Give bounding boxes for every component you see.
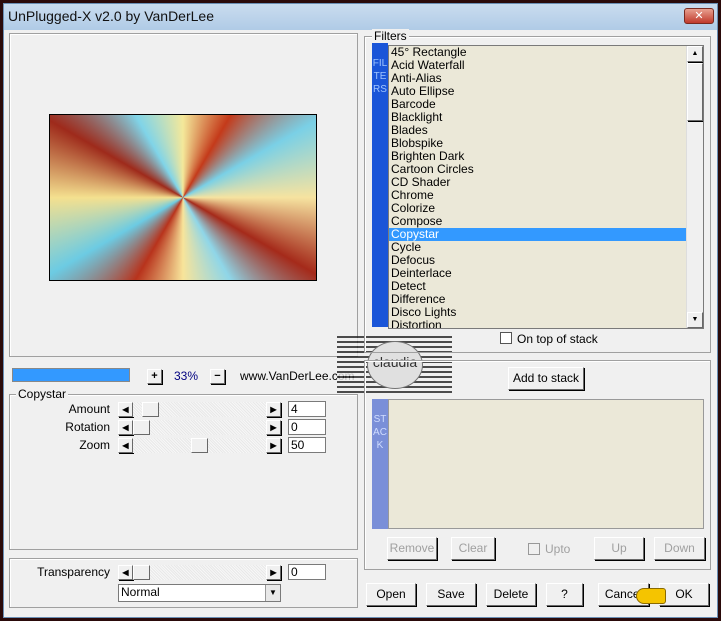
scroll-up-icon[interactable]: ▲ [687, 46, 703, 62]
filter-item[interactable]: Copystar [389, 228, 703, 241]
params-group-label: Copystar [16, 387, 69, 401]
upto-checkbox[interactable] [528, 543, 540, 555]
add-to-stack-button[interactable]: Add to stack [508, 367, 584, 390]
transparency-left-arrow[interactable]: ◀ [118, 565, 133, 580]
stack-bar: STACK [372, 399, 388, 529]
on-top-checkbox[interactable] [500, 332, 512, 344]
param-right-arrow[interactable]: ▶ [266, 420, 281, 435]
remove-button[interactable]: Remove [387, 537, 437, 560]
down-button[interactable]: Down [654, 537, 705, 560]
transparency-slider[interactable] [133, 565, 266, 580]
on-top-label: On top of stack [517, 332, 598, 346]
param-label: Amount [68, 402, 110, 416]
param-right-arrow[interactable]: ▶ [266, 402, 281, 417]
chevron-down-icon[interactable]: ▼ [265, 585, 280, 601]
clear-button[interactable]: Clear [451, 537, 495, 560]
param-input[interactable]: 0 [288, 419, 326, 435]
upto-label: Upto [545, 542, 571, 556]
ok-button[interactable]: OK [659, 583, 709, 606]
params-group [9, 394, 358, 550]
param-label: Zoom [79, 438, 110, 452]
zoom-in-button[interactable]: + [147, 369, 162, 384]
open-button[interactable]: Open [366, 583, 416, 606]
transparency-label: Transparency [37, 565, 110, 579]
preview-image[interactable] [49, 114, 317, 281]
zoom-out-button[interactable]: − [210, 369, 225, 384]
title-bar: UnPlugged-X v2.0 by VanDerLee [4, 4, 717, 30]
filter-item[interactable]: Cycle [389, 241, 703, 254]
blend-mode-value: Normal [121, 585, 160, 599]
zoom-level: 33% [174, 369, 199, 383]
up-button[interactable]: Up [594, 537, 644, 560]
param-slider[interactable] [133, 402, 266, 417]
slider-thumb[interactable] [133, 420, 150, 435]
save-button[interactable]: Save [426, 583, 476, 606]
filter-item[interactable]: Deinterlace [389, 267, 703, 280]
transparency-right-arrow[interactable]: ▶ [266, 565, 281, 580]
filters-scrollbar[interactable]: ▲ ▼ [686, 46, 703, 328]
param-slider[interactable] [133, 438, 266, 453]
param-input[interactable]: 50 [288, 437, 326, 453]
filters-group-label: Filters [372, 29, 409, 43]
help-button[interactable]: ? [546, 583, 583, 606]
filters-bar: FILTERS [372, 43, 388, 327]
blend-mode-select[interactable]: Normal ▼ [118, 584, 281, 602]
transparency-input[interactable]: 0 [288, 564, 326, 580]
pointing-hand-icon [636, 588, 666, 604]
filter-item[interactable]: CD Shader [389, 176, 703, 189]
filter-item[interactable]: Blacklight [389, 111, 703, 124]
filter-item[interactable]: Auto Ellipse [389, 85, 703, 98]
param-right-arrow[interactable]: ▶ [266, 438, 281, 453]
progress-bar [12, 368, 130, 382]
delete-button[interactable]: Delete [486, 583, 536, 606]
filter-item[interactable]: Chrome [389, 189, 703, 202]
param-slider[interactable] [133, 420, 266, 435]
filters-list[interactable]: 45° Rectangle Acid Waterfall Anti-Alias Aut… [388, 45, 704, 329]
param-label: Rotation [65, 420, 110, 434]
scroll-thumb[interactable] [687, 63, 703, 121]
filter-item[interactable]: Distortion [389, 319, 703, 329]
stack-list[interactable] [388, 399, 704, 529]
window-title: UnPlugged-X v2.0 by VanDerLee [8, 8, 214, 24]
param-input[interactable]: 4 [288, 401, 326, 417]
param-left-arrow[interactable]: ◀ [118, 438, 133, 453]
param-left-arrow[interactable]: ◀ [118, 420, 133, 435]
plugin-window: UnPlugged-X v2.0 by VanDerLee ✕ + 33% − … [3, 3, 718, 618]
slider-thumb[interactable] [142, 402, 159, 417]
param-left-arrow[interactable]: ◀ [118, 402, 133, 417]
preview-panel [9, 33, 358, 357]
slider-thumb[interactable] [133, 565, 150, 580]
close-button[interactable]: ✕ [684, 8, 714, 24]
scroll-down-icon[interactable]: ▼ [687, 312, 703, 328]
slider-thumb[interactable] [191, 438, 208, 453]
